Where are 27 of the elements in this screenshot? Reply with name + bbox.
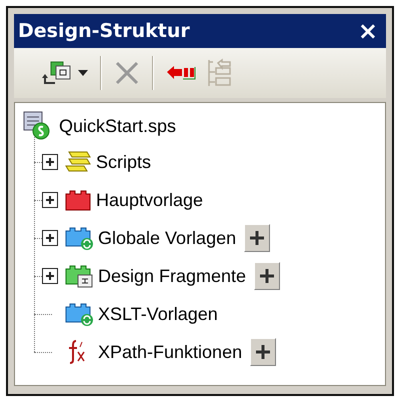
expand-toggle-icon[interactable] (42, 154, 58, 170)
tree-item-label[interactable]: Design Fragmente (98, 266, 246, 286)
tree-item-label[interactable]: Globale Vorlagen (98, 228, 236, 248)
add-component-icon (42, 59, 72, 87)
expand-toggle-icon[interactable] (42, 192, 58, 208)
tree-item-label[interactable]: XPath-Funktionen (98, 342, 242, 362)
fragment-icon (64, 263, 94, 289)
plus-icon (255, 344, 272, 360)
delete-icon (114, 60, 140, 86)
close-button[interactable]: × (356, 17, 380, 45)
template-block-icon (64, 188, 92, 212)
plus-icon (249, 230, 266, 246)
plus-icon (259, 268, 276, 284)
xslt-template-icon (64, 301, 94, 327)
expand-toggle-icon[interactable] (42, 268, 58, 284)
expand-toggle-icon[interactable] (42, 230, 58, 246)
tree-item-label[interactable]: Scripts (96, 152, 152, 172)
add-button[interactable] (250, 338, 276, 366)
window-title: Design-Struktur (18, 20, 190, 42)
add-button[interactable] (254, 262, 280, 290)
tree-structure-icon (206, 58, 234, 88)
tree-item-label[interactable]: Hauptvorlage (96, 190, 204, 210)
scripts-icon (64, 150, 92, 174)
add-button[interactable] (244, 224, 270, 252)
tree-item-label[interactable]: XSLT-Vorlagen (98, 304, 218, 324)
global-template-icon (64, 225, 94, 251)
tree-item-label[interactable]: QuickStart.sps (59, 116, 176, 136)
